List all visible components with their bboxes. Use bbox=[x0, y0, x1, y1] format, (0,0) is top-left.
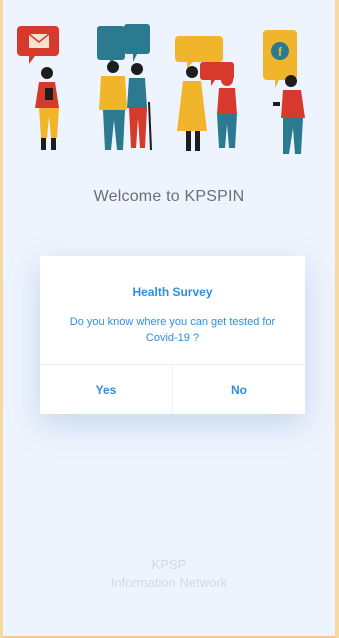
people-chat-illustration: f bbox=[17, 24, 305, 154]
footer-line-2: Information Network bbox=[110, 575, 228, 590]
no-button[interactable]: No bbox=[173, 365, 305, 414]
app-screen: f Welcome to KPSPIN Health Survey Do you… bbox=[3, 0, 335, 638]
health-survey-dialog: Health Survey Do you know where you can … bbox=[40, 256, 305, 414]
dialog-title: Health Survey bbox=[132, 285, 213, 299]
footer-line-1: KPSP bbox=[151, 557, 187, 572]
dialog-message: Do you know where you can get tested for… bbox=[69, 316, 276, 344]
footer-brand: KPSP Information Network bbox=[3, 556, 335, 592]
email-icon bbox=[17, 26, 59, 64]
yes-button[interactable]: Yes bbox=[40, 365, 172, 414]
welcome-text: Welcome to KPSPIN bbox=[93, 188, 245, 205]
